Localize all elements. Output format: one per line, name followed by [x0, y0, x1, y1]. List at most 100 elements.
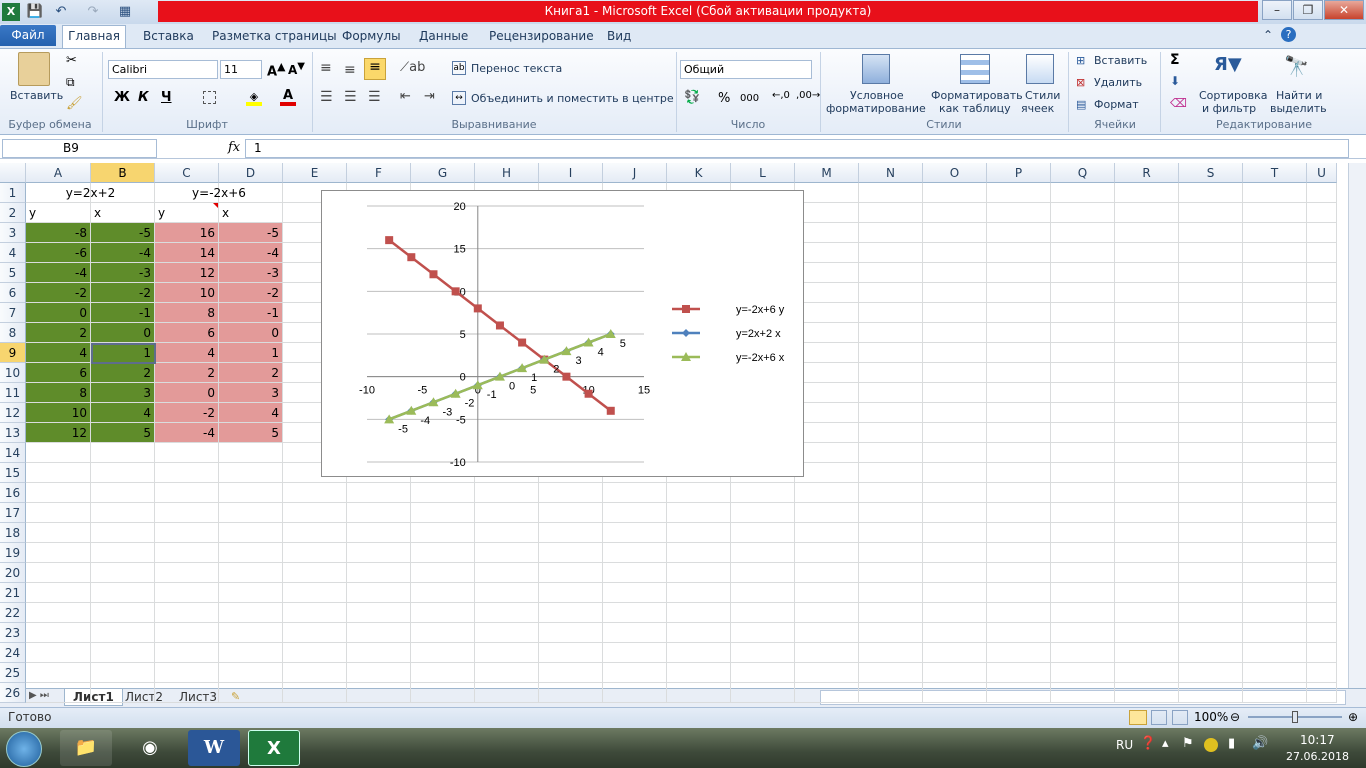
cell[interactable] — [1115, 623, 1179, 643]
cell[interactable] — [667, 643, 731, 663]
cell[interactable] — [1307, 343, 1337, 363]
zoom-slider-thumb[interactable] — [1292, 711, 1298, 723]
row-header[interactable]: 26 — [0, 683, 26, 703]
cell[interactable] — [411, 523, 475, 543]
cell[interactable]: -2 — [91, 283, 155, 303]
column-header[interactable]: E — [283, 163, 347, 183]
wrap-text-icon[interactable]: ab — [452, 61, 466, 75]
cell[interactable] — [26, 563, 91, 583]
cell[interactable] — [731, 583, 795, 603]
cell[interactable] — [155, 563, 219, 583]
cell[interactable] — [1115, 543, 1179, 563]
cell[interactable] — [1179, 523, 1243, 543]
cell[interactable] — [859, 363, 923, 383]
cell[interactable] — [795, 203, 859, 223]
cell[interactable] — [1243, 563, 1307, 583]
cell[interactable] — [987, 603, 1051, 623]
cell[interactable] — [1051, 303, 1115, 323]
cell[interactable] — [859, 583, 923, 603]
currency-icon[interactable]: 💱 — [684, 90, 700, 105]
cell[interactable] — [155, 583, 219, 603]
orientation-icon[interactable]: ⟋ab — [400, 60, 425, 75]
row-header[interactable]: 14 — [0, 443, 26, 463]
cell[interactable] — [1051, 183, 1115, 203]
cell[interactable] — [219, 463, 283, 483]
cell[interactable] — [1115, 203, 1179, 223]
cell[interactable] — [1307, 483, 1337, 503]
cell[interactable] — [603, 563, 667, 583]
cell[interactable] — [795, 623, 859, 643]
row-header[interactable]: 12 — [0, 403, 26, 423]
tray-arrow-icon[interactable]: ▴ — [1162, 736, 1169, 751]
row-header[interactable]: 4 — [0, 243, 26, 263]
cell[interactable] — [1051, 583, 1115, 603]
row-header[interactable]: 2 — [0, 203, 26, 223]
cell[interactable] — [539, 503, 603, 523]
format-painter-icon[interactable]: 🖌 — [66, 96, 83, 111]
cell[interactable] — [219, 563, 283, 583]
cell[interactable] — [1115, 423, 1179, 443]
cell[interactable] — [1115, 323, 1179, 343]
tab-review[interactable]: Рецензирование — [479, 26, 604, 48]
cell[interactable] — [795, 263, 859, 283]
delete-cells-icon[interactable]: ⊠ — [1076, 76, 1085, 89]
cell[interactable]: 1 — [219, 343, 283, 363]
cell[interactable] — [731, 623, 795, 643]
cell[interactable] — [1243, 543, 1307, 563]
cell[interactable] — [1243, 343, 1307, 363]
cell[interactable] — [26, 583, 91, 603]
cell[interactable] — [1307, 223, 1337, 243]
cell[interactable] — [923, 323, 987, 343]
number-format-select[interactable]: Общий — [680, 60, 812, 79]
row-header[interactable]: 20 — [0, 563, 26, 583]
cell[interactable] — [539, 563, 603, 583]
cell[interactable] — [603, 663, 667, 683]
cell[interactable] — [1243, 323, 1307, 343]
cell[interactable] — [667, 683, 731, 703]
cell[interactable] — [1051, 263, 1115, 283]
cell[interactable] — [1243, 303, 1307, 323]
cell[interactable] — [1179, 343, 1243, 363]
cell[interactable] — [1307, 283, 1337, 303]
clock-date[interactable]: 27.06.2018 — [1286, 750, 1349, 763]
cell[interactable] — [26, 463, 91, 483]
cell[interactable] — [987, 223, 1051, 243]
autosum-icon[interactable]: Σ — [1170, 52, 1180, 68]
cell[interactable] — [347, 683, 411, 703]
cell[interactable]: 0 — [155, 383, 219, 403]
cell[interactable] — [1115, 463, 1179, 483]
insert-cells-icon[interactable]: ⊞ — [1076, 54, 1085, 67]
name-box[interactable]: B9 — [2, 139, 157, 158]
cell[interactable] — [1051, 343, 1115, 363]
insert-cells-button[interactable]: Вставить — [1094, 54, 1147, 67]
font-name-select[interactable]: Calibri — [108, 60, 218, 79]
tab-file[interactable]: Файл — [0, 25, 56, 46]
tab-formulas[interactable]: Формулы — [332, 26, 411, 48]
cell[interactable] — [1307, 503, 1337, 523]
cell[interactable] — [987, 203, 1051, 223]
cell[interactable] — [539, 543, 603, 563]
zoom-level[interactable]: 100% — [1194, 710, 1228, 724]
cell[interactable] — [1051, 403, 1115, 423]
cell[interactable] — [475, 663, 539, 683]
cell[interactable] — [987, 583, 1051, 603]
cell[interactable] — [219, 683, 283, 703]
cell[interactable] — [1179, 243, 1243, 263]
cell[interactable] — [347, 503, 411, 523]
cell[interactable] — [859, 323, 923, 343]
cell[interactable] — [923, 403, 987, 423]
cell[interactable]: 2 — [26, 323, 91, 343]
cell[interactable] — [219, 443, 283, 463]
cell[interactable] — [347, 543, 411, 563]
font-grow-icon[interactable]: A▲ — [267, 60, 285, 79]
font-color-icon[interactable]: A — [280, 88, 296, 106]
cell[interactable] — [1115, 443, 1179, 463]
cell[interactable] — [987, 523, 1051, 543]
cell[interactable] — [26, 443, 91, 463]
cell[interactable]: 12 — [26, 423, 91, 443]
cell[interactable] — [1051, 203, 1115, 223]
cell[interactable] — [1243, 423, 1307, 443]
cell[interactable] — [219, 583, 283, 603]
row-header[interactable]: 16 — [0, 483, 26, 503]
column-header[interactable]: G — [411, 163, 475, 183]
